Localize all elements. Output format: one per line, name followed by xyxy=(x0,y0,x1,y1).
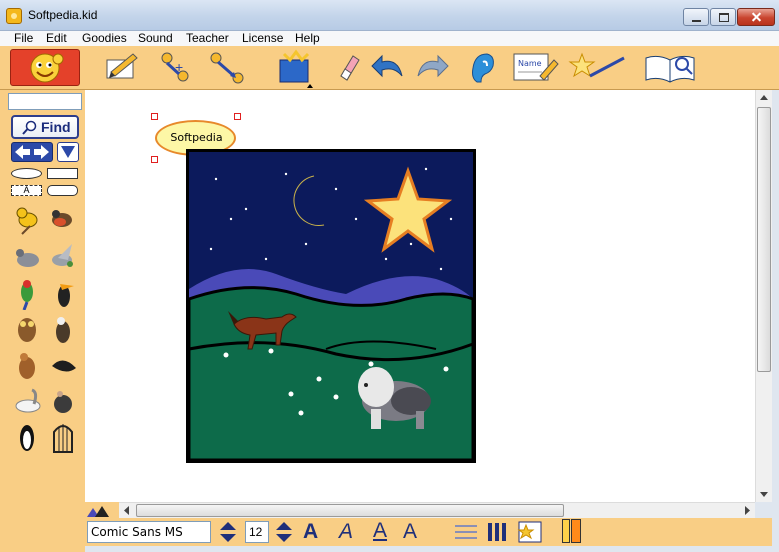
left-right-arrow-icon xyxy=(15,145,49,159)
line-color-swatch[interactable] xyxy=(571,519,581,543)
menu-sound[interactable]: Sound xyxy=(138,31,173,46)
close-icon xyxy=(738,9,774,25)
scroll-up-icon[interactable] xyxy=(756,90,772,106)
title-bar: Softpedia.kid xyxy=(0,0,779,31)
svg-text:+: + xyxy=(175,59,183,75)
toucan-icon[interactable] xyxy=(48,276,78,310)
fill-color-swatch[interactable] xyxy=(562,519,570,543)
canary-icon[interactable] xyxy=(12,202,42,236)
name-tag-text: Name xyxy=(518,59,542,68)
text-shape-button[interactable]: A xyxy=(11,185,42,196)
robin-icon[interactable] xyxy=(48,202,78,236)
line-spacing-icon[interactable] xyxy=(453,520,479,544)
name-tag-icon[interactable]: Name xyxy=(510,46,560,90)
rectangle-shape-button[interactable] xyxy=(47,168,78,179)
eraser-icon[interactable] xyxy=(327,46,367,90)
vertical-scrollbar[interactable] xyxy=(755,90,772,502)
find-label: Find xyxy=(41,119,71,135)
italic-a-icon[interactable]: A xyxy=(339,518,361,546)
eagle-icon[interactable] xyxy=(48,312,78,346)
size-stepper-icon[interactable] xyxy=(273,520,295,544)
hawk-icon[interactable] xyxy=(12,348,42,382)
selection-handle-top-right[interactable] xyxy=(234,113,241,120)
crow-icon[interactable] xyxy=(48,348,78,382)
pencil-paper-icon[interactable] xyxy=(101,46,141,90)
menu-teacher[interactable]: Teacher xyxy=(186,31,229,46)
dove-icon[interactable] xyxy=(48,240,78,274)
birdcage-icon[interactable] xyxy=(50,420,76,454)
horizontal-scrollbar[interactable] xyxy=(119,502,755,518)
night-landscape-horse-dog-picture[interactable] xyxy=(186,149,476,463)
magnifier-icon xyxy=(22,120,37,135)
triangle-down-icon xyxy=(61,146,75,158)
scroll-right-icon[interactable] xyxy=(739,503,755,518)
menu-goodies[interactable]: Goodies xyxy=(82,31,127,46)
close-button[interactable] xyxy=(737,8,775,26)
maximize-icon xyxy=(711,9,735,25)
vulture-icon[interactable] xyxy=(48,384,78,418)
scroll-left-icon[interactable] xyxy=(119,503,135,518)
link-arrow-icon[interactable] xyxy=(206,46,246,90)
font-stepper-icon[interactable] xyxy=(217,520,239,544)
minimize-icon xyxy=(684,9,708,25)
callout-text: Softpedia xyxy=(170,131,223,144)
ellipse-shape-button[interactable] xyxy=(11,168,42,179)
owl-icon[interactable] xyxy=(12,312,42,346)
app-icon xyxy=(6,8,22,24)
dropdown-button[interactable] xyxy=(57,142,79,162)
columns-icon[interactable] xyxy=(485,520,511,544)
bold-a-icon[interactable]: A xyxy=(303,518,325,546)
font-color-a-icon[interactable]: A xyxy=(403,518,427,546)
maximize-button[interactable] xyxy=(710,8,736,26)
font-size-field[interactable]: 12 xyxy=(245,521,269,543)
font-name-field[interactable]: Comic Sans MS xyxy=(87,521,211,543)
horizontal-scroll-thumb[interactable] xyxy=(136,504,564,517)
parrot-icon[interactable] xyxy=(12,276,42,311)
menu-license[interactable]: License xyxy=(242,31,283,46)
menu-help[interactable]: Help xyxy=(295,31,320,46)
search-input[interactable] xyxy=(8,93,82,110)
format-bar: Comic Sans MS 12 A A A A xyxy=(85,518,772,546)
window-title: Softpedia.kid xyxy=(28,8,98,22)
magic-wand-icon[interactable] xyxy=(568,46,630,90)
menu-bar: File Edit Goodies Sound Teacher License … xyxy=(0,31,779,46)
scroll-down-icon[interactable] xyxy=(756,486,772,502)
find-button[interactable]: Find xyxy=(11,115,79,139)
underline-a-icon[interactable]: A xyxy=(373,518,395,546)
connect-nodes-icon[interactable]: + xyxy=(155,46,195,90)
pigeon-icon[interactable] xyxy=(12,240,42,274)
selection-handle-bottom-left[interactable] xyxy=(151,156,158,163)
mountain-tabs-icon xyxy=(87,506,109,517)
penguin-icon[interactable] xyxy=(14,420,40,454)
ear-icon[interactable] xyxy=(463,46,503,90)
book-search-icon[interactable] xyxy=(642,46,702,90)
sticker-sidebar: Find A xyxy=(0,90,85,552)
treasure-box-icon[interactable] xyxy=(276,46,316,90)
swan-icon[interactable] xyxy=(12,384,44,418)
menu-file[interactable]: File xyxy=(14,31,33,46)
layer-tabs[interactable] xyxy=(85,502,119,518)
rounded-shape-button[interactable] xyxy=(47,185,78,196)
app-logo[interactable] xyxy=(10,49,80,86)
redo-arrow-icon[interactable] xyxy=(412,46,452,90)
vertical-scroll-thumb[interactable] xyxy=(757,107,771,372)
toolbar: + Name xyxy=(0,46,779,90)
selection-handle-top-left[interactable] xyxy=(151,113,158,120)
sticker-frame-icon[interactable] xyxy=(517,520,543,544)
prev-next-arrows[interactable] xyxy=(11,142,53,162)
minimize-button[interactable] xyxy=(683,8,709,26)
menu-edit[interactable]: Edit xyxy=(46,31,67,46)
undo-arrow-icon[interactable] xyxy=(368,46,408,90)
